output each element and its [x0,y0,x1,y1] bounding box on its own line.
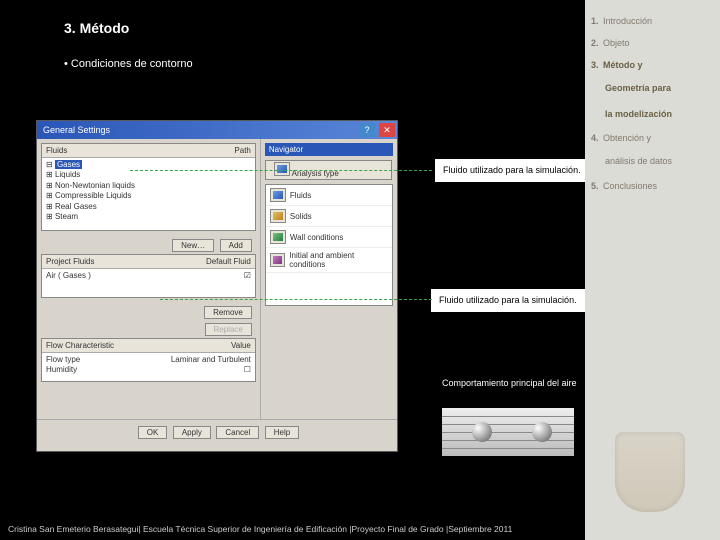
help-button[interactable]: Help [265,426,299,439]
toc-item[interactable]: 3.Método y [591,54,714,76]
nav-item-solids[interactable]: Solids [266,206,392,227]
solids-icon [270,209,286,223]
ok-button[interactable]: OK [138,426,168,439]
arrow-line [160,299,432,300]
arrow-line [130,170,432,171]
nav-item-wall[interactable]: Wall conditions [266,227,392,248]
project-fluid-row[interactable]: Air ( Gases ) ☑ [42,269,255,283]
project-fluids-header: Project Fluids Default Fluid [42,255,255,269]
dialog-title: General Settings [43,121,110,139]
slide-title: 3. Método [64,20,129,36]
callout-box: Fluido utilizado para la simulación. [432,156,592,185]
dialog-titlebar: General Settings ? ✕ [37,121,397,139]
toc-item[interactable]: 5.Conclusiones [591,175,714,197]
replace-button[interactable]: Replace [205,323,252,336]
navigator-title: Navigator [265,143,393,156]
nav-item-fluids[interactable]: Fluids [266,185,392,206]
slide-subtitle: • Condiciones de contorno [64,58,193,70]
toc-item[interactable]: 4.Obtención y [591,127,714,149]
cancel-button[interactable]: Cancel [216,426,259,439]
toc-item[interactable]: 1.Introducción [591,10,714,32]
remove-button[interactable]: Remove [204,306,252,319]
add-button[interactable]: Add [220,239,252,252]
flow-row: Flow type Laminar and Turbulent [46,355,251,365]
toc-subitem: Geometría para [591,76,714,102]
toc-subitem: análisis de datos [591,149,714,175]
navigator-list: Fluids Solids Wall conditions Initial an… [265,184,393,306]
fluids-header: Fluids Path [42,144,255,158]
airflow-image [442,408,574,456]
flow-header: Flow Characteristic Value [42,339,255,353]
initial-icon [270,253,285,267]
dialog-buttons: OK Apply Cancel Help [37,419,397,445]
toc-sidebar: 1.Introducción2.Objeto3.Método yGeometrí… [585,0,720,540]
flow-row: Humidity ☐ [46,365,251,375]
fluids-tree[interactable]: ⊟ Gases ⊞ Liquids ⊞ Non-Newtonian liquid… [42,158,255,224]
toc-item[interactable]: 2.Objeto [591,32,714,54]
close-icon[interactable]: ✕ [379,123,395,137]
toc-subitem: la modelización [591,102,714,128]
wall-icon [270,230,286,244]
analysis-icon [274,162,290,176]
fluids-icon [270,188,286,202]
slide-footer: Cristina San Emeterio Berasategui| Escue… [8,524,512,534]
university-crest-icon [615,432,685,512]
callout-box: Fluido utilizado para la simulación. [428,286,588,315]
apply-button[interactable]: Apply [173,426,211,439]
nav-item-initial[interactable]: Initial and ambient conditions [266,248,392,273]
new-button[interactable]: New… [172,239,214,252]
help-icon[interactable]: ? [359,123,375,137]
flow-caption: Comportamiento principal del aire [442,378,582,389]
